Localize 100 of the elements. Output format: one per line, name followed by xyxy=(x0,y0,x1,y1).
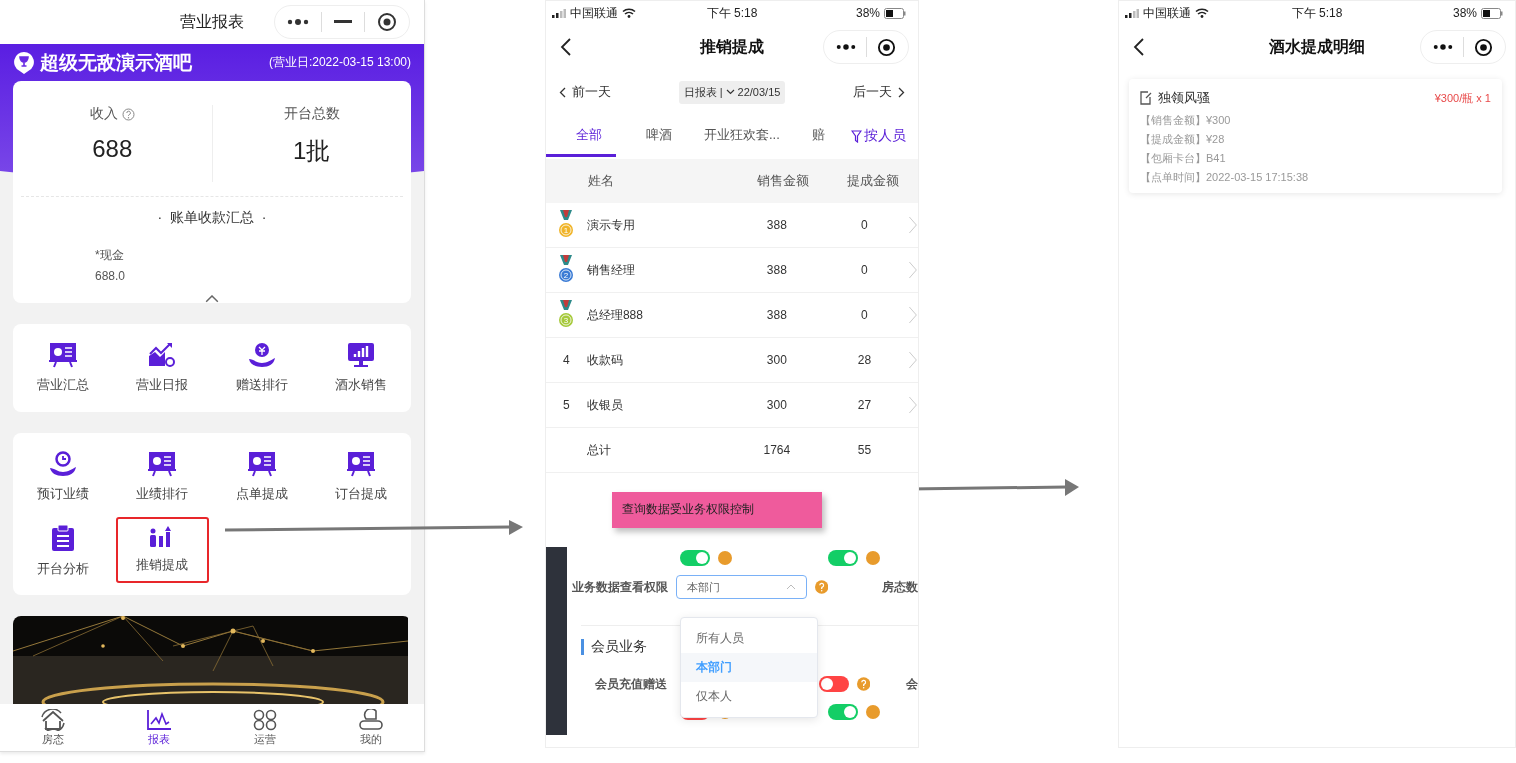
item-price: ¥300/瓶 x 1 xyxy=(1434,90,1491,106)
back-icon[interactable] xyxy=(1133,38,1144,56)
target-icon[interactable] xyxy=(377,12,397,32)
table-cell-text: 总经理888 xyxy=(586,306,644,324)
four-circles-icon xyxy=(253,708,277,731)
more-icon[interactable] xyxy=(1433,43,1453,51)
chevron-left-icon xyxy=(559,86,566,98)
detail-line: 【销售金额】¥300 xyxy=(1140,113,1232,128)
wine-glass-pin-icon xyxy=(13,50,35,75)
table-row[interactable]: 3 总经理888 388 0 xyxy=(546,293,918,338)
category-tab[interactable]: 开业狂欢套... xyxy=(688,115,796,157)
house-icon xyxy=(40,708,66,731)
wifi-icon xyxy=(622,8,636,18)
setting-label: 房态数 xyxy=(882,578,918,596)
presentation-board-icon xyxy=(48,342,77,368)
person-icon xyxy=(358,708,384,731)
table-row[interactable]: 5 收银员 300 27 xyxy=(546,383,918,428)
minimize-icon[interactable] xyxy=(334,20,352,24)
table-cell-text: 收银员 xyxy=(586,396,624,414)
menu-item[interactable]: 酒水销售 xyxy=(314,334,408,402)
table-row[interactable]: 4 收款码 300 28 xyxy=(546,338,918,383)
menu-item[interactable]: 营业汇总 xyxy=(16,334,110,402)
item-name: 独领风骚 xyxy=(1158,89,1210,107)
chevron-right-icon xyxy=(908,396,918,414)
menu-item[interactable]: 点单提成 xyxy=(215,443,309,511)
table-row[interactable]: 1 演示专用 388 0 xyxy=(546,203,918,248)
target-icon[interactable] xyxy=(1474,37,1493,57)
menu-item[interactable]: 赠送排行 xyxy=(215,334,309,402)
next-day-link[interactable]: 后一天 xyxy=(853,83,905,101)
menu-item[interactable]: 订台提成 xyxy=(314,443,408,511)
table-cell-text: 388 xyxy=(765,263,788,277)
filter-icon xyxy=(851,129,862,143)
signal-icon xyxy=(1125,8,1139,18)
payment-label: *现金 xyxy=(95,247,125,265)
table-cell-text: 388 xyxy=(765,308,788,322)
battery-icon xyxy=(884,7,906,19)
collapse-caret-icon[interactable] xyxy=(205,295,219,303)
dropdown-option[interactable]: 仅本人 xyxy=(681,682,817,711)
category-tab[interactable]: 赔 xyxy=(795,115,841,157)
table-cell-text: 1764 xyxy=(762,443,792,457)
status-time: 下午 5:18 xyxy=(706,4,758,22)
date-picker[interactable]: 日报表 | 22/03/15 xyxy=(678,80,786,104)
section-title: · 账单收款汇总 · xyxy=(157,209,267,228)
back-icon[interactable] xyxy=(560,38,571,56)
page-title: 酒水提成明细 xyxy=(1269,36,1365,57)
category-tab[interactable]: 啤酒 xyxy=(630,115,688,157)
menu-item[interactable]: 营业日报 xyxy=(115,334,209,402)
select-field[interactable]: 本部门 xyxy=(675,575,807,599)
more-icon[interactable] xyxy=(836,43,856,51)
battery-percent: 38% xyxy=(1452,6,1477,20)
dropdown-option[interactable]: 所有人员 xyxy=(681,624,817,653)
capsule-menu[interactable] xyxy=(274,5,410,39)
previous-day-link[interactable]: 前一天 xyxy=(559,83,611,101)
toggle-switch[interactable] xyxy=(828,704,858,720)
toggle-switch[interactable] xyxy=(818,676,849,692)
setting-label: 业务数据查看权限 xyxy=(571,578,668,596)
venue-name: 超级无敌演示酒吧 xyxy=(40,50,192,75)
table-cell-text: 300 xyxy=(765,398,788,412)
help-icon[interactable] xyxy=(121,107,135,121)
filter-button[interactable]: 按人员 xyxy=(843,127,918,145)
monitor-chart-icon xyxy=(347,342,376,368)
menu-item[interactable]: 推销提成 xyxy=(115,517,209,583)
setting-label: 会员充值赠送 xyxy=(594,675,668,693)
setting-label: 会 xyxy=(906,675,918,693)
capsule-menu[interactable] xyxy=(1420,30,1506,64)
document-edit-icon xyxy=(1140,91,1152,105)
detail-line: 【提成金额】¥28 xyxy=(1140,132,1226,147)
target-icon[interactable] xyxy=(877,37,896,57)
column-header: 提成金额 xyxy=(846,172,900,190)
more-icon[interactable] xyxy=(287,18,309,26)
table-cell-text: 388 xyxy=(765,218,788,232)
growth-chart-icon xyxy=(148,342,177,368)
chevron-right-icon xyxy=(908,261,918,279)
toggle-switch[interactable] xyxy=(828,550,858,566)
page-title: 营业报表 xyxy=(180,11,244,32)
table-row[interactable]: 2 销售经理 388 0 xyxy=(546,248,918,293)
menu-item[interactable]: 预订业绩 xyxy=(16,443,110,511)
page-title: 推销提成 xyxy=(700,36,764,57)
rank-medal: 1 xyxy=(558,210,575,240)
menu-item[interactable]: 业绩排行 xyxy=(115,443,209,511)
rank-number: 5 xyxy=(563,398,570,412)
rank-number: 4 xyxy=(563,353,570,367)
table-cell-text: 300 xyxy=(765,353,788,367)
stat-label: 开台总数 xyxy=(283,105,340,123)
table-cell-text: 总计 xyxy=(586,441,612,459)
capsule-menu[interactable] xyxy=(823,30,909,64)
tab-bar-item[interactable]: 运营 xyxy=(212,704,318,751)
presentation-board-icon xyxy=(247,451,276,477)
battery-percent: 38% xyxy=(855,6,880,20)
tab-bar-item[interactable]: 我的 xyxy=(318,704,424,751)
toggle-switch[interactable] xyxy=(680,550,710,566)
chevron-up-icon xyxy=(785,584,796,590)
tab-bar-item[interactable]: 报表 xyxy=(106,704,212,751)
tab-bar-item[interactable]: 房态 xyxy=(0,704,106,751)
clipboard-icon xyxy=(50,524,75,552)
table-cell-text: 0 xyxy=(860,263,869,277)
column-header: 姓名 xyxy=(588,172,615,190)
rank-medal: 2 xyxy=(558,255,575,285)
menu-item[interactable]: 开台分析 xyxy=(16,517,110,585)
chevron-right-icon xyxy=(908,306,918,324)
